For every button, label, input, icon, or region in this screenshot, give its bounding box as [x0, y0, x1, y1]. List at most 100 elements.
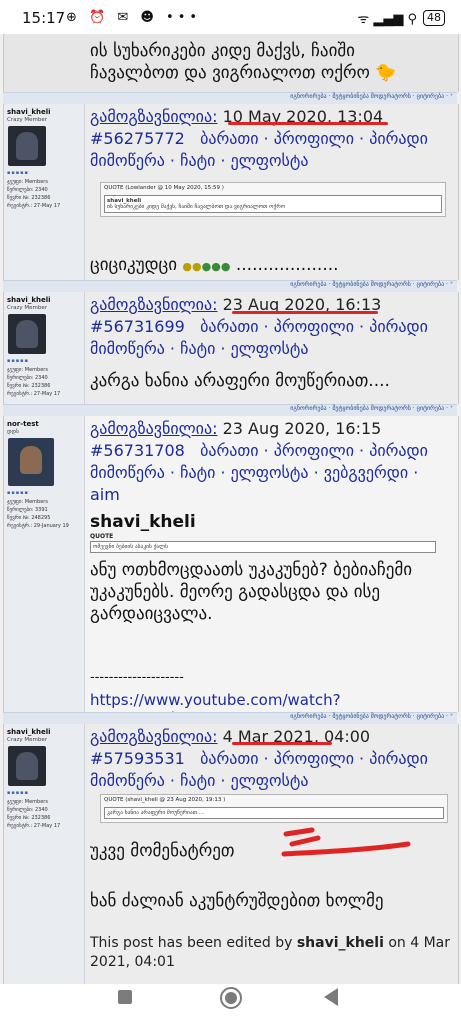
red-underline-annotation [228, 122, 388, 125]
post-text: ანუ ოთხმოცდაათს უკაკუნებ? ბებიაჩემი უკაკ… [90, 560, 413, 624]
post-date: 23 Aug 2020, 16:15 [222, 419, 382, 438]
posted-label: გამოგზავნილია: [90, 419, 218, 438]
quote-block: QUOTE (shavi_kheli @ 23 Aug 2020, 19:13 … [100, 794, 448, 823]
post-main: გამოგზავნილია: 10 May 2020, 13:04 #56275… [90, 106, 452, 172]
red-underline-annotation [232, 311, 378, 314]
signal-icon: ᯤ ▂▄▆ ⚲ [357, 12, 417, 27]
post-text-line: ხან ძალიან აკუნტრუშდებით ხოლმე [90, 891, 384, 911]
edited-by-user[interactable]: shavi_kheli [297, 935, 384, 951]
post-id-link[interactable]: #56275772 [90, 129, 185, 148]
quote-text: კარგა ხანია არაფერი მოუწერიათ.... [104, 807, 444, 819]
recents-icon[interactable] [118, 990, 132, 1004]
user-sidebar: nor-test დდს ▪▪▪▪▪ ჯგუფი: Members წერილე… [4, 416, 85, 712]
link-chat[interactable]: ჩატი [180, 771, 215, 790]
post-id-link[interactable]: #56731699 [90, 317, 185, 336]
forum-post: shavi_kheli Crazy Member ▪▪▪▪▪ ჯგუფი: Me… [3, 292, 459, 404]
quote-header: QUOTE (shavi_kheli @ 23 Aug 2020, 19:13 … [104, 797, 226, 803]
emoticon-icon: ● [182, 260, 193, 273]
link-email[interactable]: ელფოსტა [231, 339, 309, 358]
quote-text: ომეევნი ბებიის ასაკის ქალს [90, 541, 436, 553]
link-email[interactable]: ელფოსტა [231, 463, 309, 482]
quote-header: QUOTE (Lowlander @ 10 May 2020, 15:59 ) [104, 185, 224, 191]
username[interactable]: shavi_kheli [7, 108, 51, 116]
separator-dashes: -------------------- [90, 670, 184, 685]
link-profile[interactable]: პროფილი [274, 441, 354, 460]
post-main: გამოგზავნილია: 4 Mar 2021, 04:00 #575935… [90, 726, 452, 792]
link-card[interactable]: ბარათი [200, 129, 258, 148]
quote-content: shavi_kheli ის სუხარიკები კიდე მაქვს, ჩა… [104, 195, 442, 213]
posted-label: გამოგზავნილია: [90, 107, 218, 126]
rank-pips: ▪▪▪▪▪ [7, 790, 29, 796]
user-title: Crazy Member [7, 737, 47, 743]
post-header: გამოგზავნილია: 23 Aug 2020, 16:15 #56731… [90, 419, 428, 504]
post-main: გამოგზავნილია: 23 Aug 2020, 16:15 #56731… [90, 418, 452, 727]
post-text-line: უკვე მომენატრეთ [90, 841, 235, 861]
post-id-link[interactable]: #56731708 [90, 441, 185, 460]
post-text: ის სუხარიკები კიდე მაქვს, ჩაიში ჩავალბოთ… [90, 41, 397, 83]
rank-pips: ▪▪▪▪▪ [7, 490, 29, 496]
clock: 15:17 [22, 9, 66, 27]
link-email[interactable]: ელფოსტა [231, 771, 309, 790]
link-card[interactable]: ბარათი [200, 317, 258, 336]
emoticon-icon: ● [220, 260, 231, 273]
user-sidebar: shavi_kheli Crazy Member ▪▪▪▪▪ ჯგუფი: Me… [4, 104, 85, 280]
emoticon-icon: ● [211, 260, 221, 273]
quote-block: QUOTE (Lowlander @ 10 May 2020, 15:59 ) … [100, 182, 446, 217]
red-underline-annotation [232, 742, 332, 745]
link-profile[interactable]: პროფილი [274, 749, 354, 768]
link-chat[interactable]: ჩატი [180, 463, 215, 482]
user-meta: ჯგუფი: Members წერილები: 2340 წევრი №: 2… [7, 179, 61, 209]
post-actions[interactable]: იგნორირება · შეტყობინება მოდერატორს · ცი… [290, 93, 453, 100]
post-actions[interactable]: იგნორირება · შეტყობინება მოდერატორს · ცი… [290, 713, 453, 720]
posted-label: გამოგზავნილია: [90, 295, 218, 314]
post-text: კარგა ხანია არაფერი მოუწერიათ.... [90, 371, 390, 391]
username[interactable]: shavi_kheli [7, 296, 51, 304]
emoticon-icon: ● [192, 260, 202, 273]
user-sidebar: shavi_kheli Crazy Member ▪▪▪▪▪ ჯგუფი: Me… [4, 292, 85, 404]
forum-post: nor-test დდს ▪▪▪▪▪ ჯგუფი: Members წერილე… [3, 416, 459, 727]
red-scribble-annotation [281, 827, 411, 857]
post-body-partial: ის სუხარიკები კიდე მაქვს, ჩაიში ჩავალბოთ… [3, 34, 459, 92]
quote-author: shavi_kheli [90, 512, 196, 532]
post-header: გამოგზავნილია: 4 Mar 2021, 04:00 #575935… [90, 727, 428, 790]
link-website[interactable]: ვებგვერდი [324, 463, 408, 482]
post-header: გამოგზავნილია: 10 May 2020, 13:04 #56275… [90, 107, 428, 170]
rank-pips: ▪▪▪▪▪ [7, 170, 29, 176]
quote-text: ის სუხარიკები კიდე მაქვს, ჩაიში ჩავალბოთ… [107, 204, 286, 210]
user-meta: ჯგუფი: Members წერილები: 3391 წევრი №: 2… [7, 499, 69, 529]
home-icon[interactable] [220, 987, 242, 1009]
username[interactable]: nor-test [7, 420, 39, 428]
avatar[interactable] [8, 314, 46, 354]
posted-label: გამოგზავნილია: [90, 727, 218, 746]
post-text: ციციკუდცი ●●●●● ................... [90, 255, 339, 275]
user-sidebar: shavi_kheli Crazy Member ▪▪▪▪▪ ჯგუფი: Me… [4, 724, 85, 984]
user-title: დდს [7, 429, 19, 435]
quote-header: QUOTE [90, 533, 114, 540]
link-card[interactable]: ბარათი [200, 749, 258, 768]
avatar[interactable] [8, 438, 54, 486]
user-meta: ჯგუფი: Members წერილები: 2340 წევრი №: 2… [7, 799, 61, 829]
post-id-link[interactable]: #57593531 [90, 749, 185, 768]
battery-icon: 48 [423, 10, 445, 26]
post-actions[interactable]: იგნორირება · შეტყობინება მოდერატორს · ცი… [290, 405, 453, 412]
post-actions[interactable]: იგნორირება · შეტყობინება მოდერატორს · ცი… [290, 281, 453, 288]
link-card[interactable]: ბარათი [200, 441, 258, 460]
link-profile[interactable]: პროფილი [274, 317, 354, 336]
avatar[interactable] [8, 126, 46, 166]
link-aim[interactable]: aim [90, 485, 120, 504]
user-title: Crazy Member [7, 305, 47, 311]
link-chat[interactable]: ჩატი [180, 151, 215, 170]
link-email[interactable]: ელფოსტა [231, 151, 309, 170]
user-meta: ჯგუფი: Members წერილები: 2340 წევრი №: 2… [7, 367, 61, 397]
edit-notice: This post has been edited by shavi_kheli… [90, 935, 451, 970]
link-profile[interactable]: პროფილი [274, 129, 354, 148]
back-icon[interactable] [324, 988, 338, 1006]
username[interactable]: shavi_kheli [7, 728, 51, 736]
post-header: გამოგზავნილია: 23 Aug 2020, 16:13 #56731… [90, 295, 428, 358]
forum-post: shavi_kheli Crazy Member ▪▪▪▪▪ ჯგუფი: Me… [3, 104, 459, 280]
avatar[interactable] [8, 746, 46, 786]
forum-thread: ის სუხარიკები კიდე მაქვს, ჩაიში ჩავალბოთ… [0, 34, 461, 984]
notification-icons: ⊕ ⏰ ✉ ☻ ••• [66, 10, 202, 25]
rank-pips: ▪▪▪▪▪ [7, 358, 29, 364]
link-chat[interactable]: ჩატი [180, 339, 215, 358]
